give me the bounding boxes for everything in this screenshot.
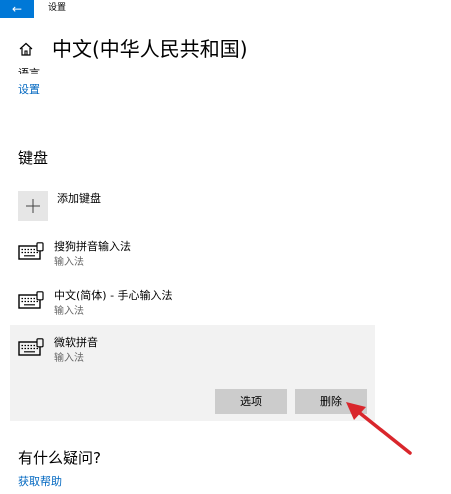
keyboard-item-type: 输入法: [54, 306, 84, 317]
options-button-label: 选项: [240, 395, 262, 408]
keyboard-icon: [18, 242, 44, 260]
keyboard-item-name: 搜狗拼音输入法: [54, 240, 131, 253]
options-button[interactable]: 选项: [215, 389, 287, 414]
language-settings-link[interactable]: 设置: [18, 83, 40, 97]
title-bar: ← 设置: [0, 0, 451, 18]
language-options-label: 语言: [18, 62, 40, 74]
back-button[interactable]: ←: [0, 0, 34, 18]
get-help-link[interactable]: 获取帮助: [18, 475, 62, 489]
keyboard-item-name: 微软拼音: [54, 336, 98, 349]
page-title: 中文(中华人民共和国): [52, 37, 248, 61]
window-title: 设置: [48, 3, 67, 13]
home-icon[interactable]: [18, 41, 34, 57]
keyboard-icon: [18, 338, 44, 356]
language-options-text: 语言: [18, 67, 40, 74]
help-heading: 有什么疑问?: [18, 449, 101, 467]
keyboard-item-name: 中文(简体) - 手心输入法: [54, 289, 173, 302]
keyboard-item-type: 输入法: [54, 257, 84, 268]
keyboard-item-type: 输入法: [54, 353, 84, 364]
add-keyboard-button[interactable]: [18, 191, 48, 221]
keyboard-item-sogou[interactable]: 搜狗拼音输入法 输入法: [10, 238, 375, 274]
keyboard-icon: [18, 291, 44, 309]
keyboard-heading: 键盘: [18, 149, 49, 167]
annotation-arrow-icon: [346, 402, 412, 455]
delete-button-label: 删除: [320, 395, 342, 408]
back-arrow-icon: ←: [11, 2, 23, 16]
add-keyboard-label[interactable]: 添加键盘: [57, 191, 101, 206]
plus-icon: [26, 199, 40, 213]
keyboard-item-shouxin[interactable]: 中文(简体) - 手心输入法 输入法: [10, 287, 375, 323]
